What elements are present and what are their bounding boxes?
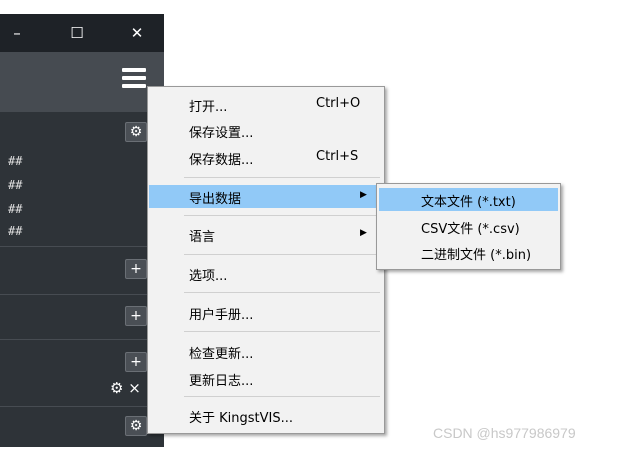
menu-item-label: 选项... [189, 269, 228, 284]
title-bar: – ☐ ✕ [0, 14, 164, 52]
channel-settings-gear-icon[interactable]: ⚙ [125, 122, 147, 142]
add-button[interactable]: + [125, 306, 147, 326]
menu-item-user-manual[interactable]: 用户手册... [149, 301, 383, 324]
menu-item-save-settings[interactable]: 保存设置... [149, 119, 383, 142]
menu-separator [184, 215, 380, 216]
channel-hash: ## [8, 224, 23, 238]
menu-item-label: 导出数据 [189, 192, 242, 207]
menu-item-check-updates[interactable]: 检查更新... [149, 340, 383, 363]
menu-item-options[interactable]: 选项... [149, 262, 383, 285]
add-button[interactable]: + [125, 352, 147, 372]
channel-hash: ## [8, 202, 23, 216]
divider [0, 246, 164, 247]
submenu-item-csv[interactable]: CSV文件 (*.csv) [379, 215, 558, 238]
close-button[interactable]: ✕ [122, 20, 152, 46]
gear-close-icon[interactable]: ⚙ × [110, 379, 141, 397]
menu-item-export-data[interactable]: 导出数据 ▶ [149, 185, 383, 208]
main-menu: 打开... Ctrl+O 保存设置... 保存数据... Ctrl+S 导出数据… [147, 86, 385, 434]
menu-item-label: 打开... [189, 100, 228, 115]
menu-separator [184, 292, 380, 293]
submenu-arrow-icon: ▶ [360, 228, 367, 238]
menu-separator [184, 254, 380, 255]
menu-item-label: 检查更新... [189, 347, 254, 362]
menu-separator [184, 331, 380, 332]
submenu-item-txt[interactable]: 文本文件 (*.txt) [379, 188, 558, 211]
submenu-item-label: CSV文件 (*.csv) [421, 222, 520, 237]
submenu-item-label: 文本文件 (*.txt) [421, 195, 516, 210]
divider [0, 406, 164, 407]
toolbar [0, 52, 164, 112]
menu-item-label: 语言 [189, 230, 216, 245]
menu-separator [184, 396, 380, 397]
app-window: – ☐ ✕ ⚙ ## ## ## ## + + + ⚙ × ⚙ [0, 14, 164, 447]
divider [0, 294, 164, 295]
channel-hash: ## [8, 154, 23, 168]
maximize-button[interactable]: ☐ [62, 20, 92, 46]
export-submenu: 文本文件 (*.txt) CSV文件 (*.csv) 二进制文件 (*.bin) [376, 183, 561, 270]
hamburger-menu-icon[interactable] [122, 66, 148, 92]
menu-item-about[interactable]: 关于 KingstVIS... [149, 404, 383, 427]
submenu-arrow-icon: ▶ [360, 190, 367, 200]
menu-item-label: 更新日志... [189, 374, 254, 389]
divider [0, 339, 164, 340]
menu-item-shortcut: Ctrl+O [316, 96, 361, 111]
menu-item-label: 保存数据... [189, 153, 254, 168]
menu-item-label: 关于 KingstVIS... [189, 411, 294, 426]
menu-item-open[interactable]: 打开... Ctrl+O [149, 93, 383, 116]
submenu-item-label: 二进制文件 (*.bin) [421, 248, 532, 263]
menu-separator [184, 177, 380, 178]
minimize-button[interactable]: – [2, 20, 32, 46]
menu-item-language[interactable]: 语言 ▶ [149, 223, 383, 246]
menu-item-label: 保存设置... [189, 126, 254, 141]
menu-item-changelog[interactable]: 更新日志... [149, 367, 383, 390]
menu-item-label: 用户手册... [189, 308, 254, 323]
watermark: CSDN @hs977986979 [433, 425, 576, 441]
menu-item-save-data[interactable]: 保存数据... Ctrl+S [149, 146, 383, 169]
channel-settings-gear-icon[interactable]: ⚙ [125, 416, 147, 436]
menu-item-shortcut: Ctrl+S [316, 149, 359, 164]
submenu-item-bin[interactable]: 二进制文件 (*.bin) [379, 241, 558, 264]
add-button[interactable]: + [125, 259, 147, 279]
channel-hash: ## [8, 178, 23, 192]
